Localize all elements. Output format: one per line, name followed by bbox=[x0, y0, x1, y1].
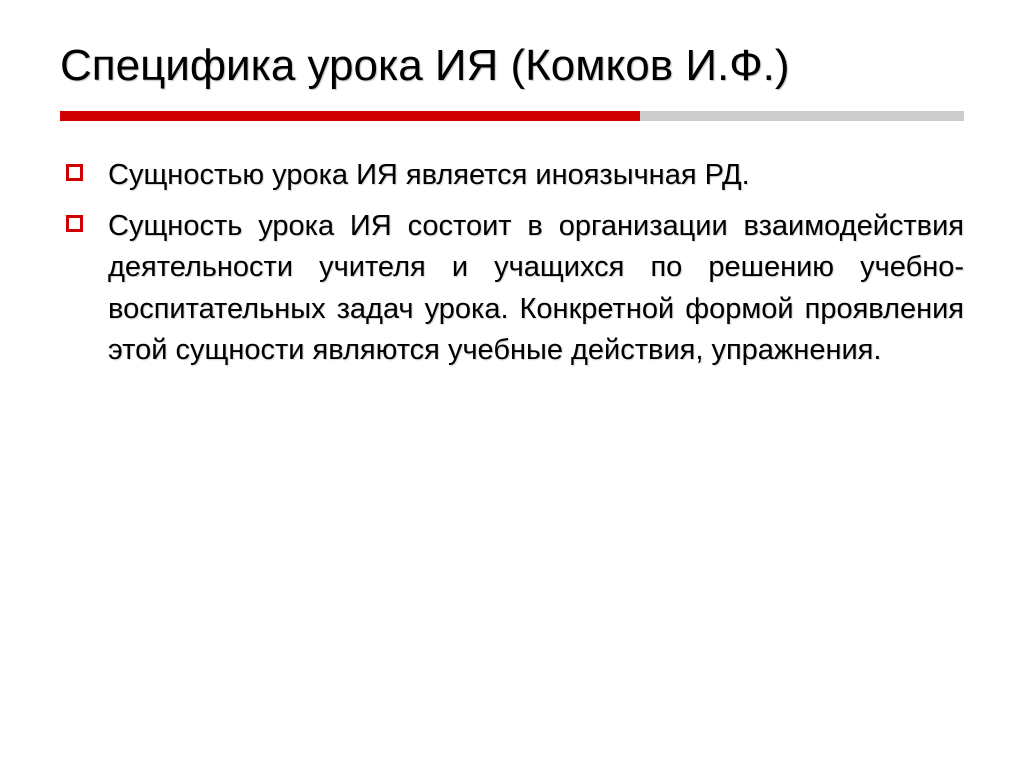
list-item-text: Сущностью урока ИЯ является иноязычная Р… bbox=[108, 159, 750, 191]
list-item: Сущность урока ИЯ состоит в организации … bbox=[108, 206, 964, 371]
content-area: Сущностью урока ИЯ является иноязычная Р… bbox=[60, 155, 964, 371]
square-bullet-icon bbox=[66, 215, 83, 232]
list-item-text: Сущность урока ИЯ состоит в организации … bbox=[108, 210, 964, 366]
underline-red bbox=[60, 111, 640, 121]
page-title: Специфика урока ИЯ (Комков И.Ф.) bbox=[60, 38, 964, 93]
title-underline bbox=[60, 111, 964, 121]
list-item: Сущностью урока ИЯ является иноязычная Р… bbox=[108, 155, 964, 196]
square-bullet-icon bbox=[66, 164, 83, 181]
slide: Специфика урока ИЯ (Комков И.Ф.) Сущност… bbox=[0, 0, 1024, 768]
